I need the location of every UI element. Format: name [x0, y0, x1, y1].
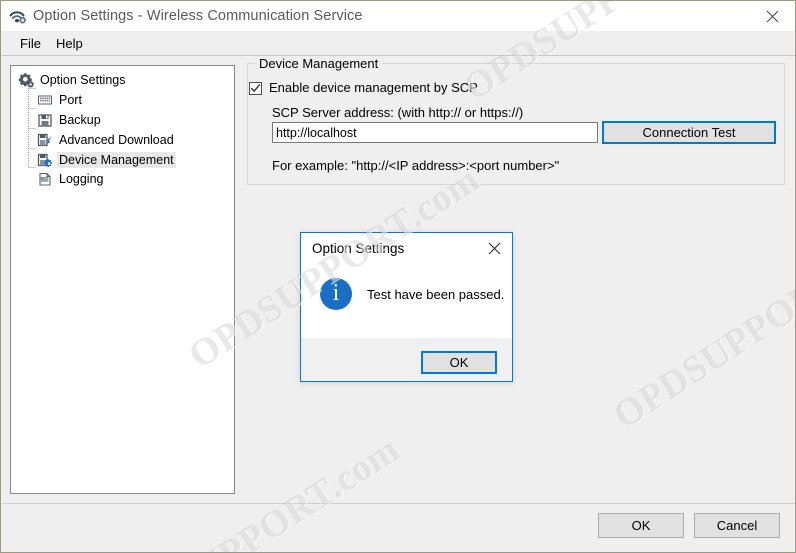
- tree-item-backup[interactable]: Backup: [37, 111, 103, 128]
- watermark-text: OPDSUPPORT.com: [606, 218, 796, 438]
- menubar: File Help: [2, 31, 795, 56]
- window-titlebar: Option Settings - Wireless Communication…: [1, 1, 795, 31]
- advanced-download-icon: [37, 132, 53, 148]
- groupbox-title: Device Management: [255, 56, 383, 71]
- device-management-icon: [37, 152, 53, 168]
- tree-item-label: Backup: [59, 112, 101, 127]
- enable-scp-label: Enable device management by SCP: [269, 80, 478, 95]
- tree-item-label: Port: [59, 92, 82, 107]
- logging-icon: LOG: [37, 171, 53, 187]
- svg-text:LOG: LOG: [40, 176, 49, 181]
- tree-item-label: Logging: [59, 171, 104, 186]
- dialog-ok-button[interactable]: OK: [421, 351, 497, 374]
- tree-item-port[interactable]: Port: [37, 91, 84, 108]
- tree-item-logging[interactable]: LOG Logging: [37, 170, 106, 187]
- menu-item-file[interactable]: File: [16, 35, 45, 52]
- enable-scp-checkbox-row[interactable]: Enable device management by SCP: [249, 80, 478, 96]
- ok-button[interactable]: OK: [598, 513, 684, 538]
- dialog-title: Option Settings: [312, 241, 405, 256]
- scp-example-text: For example: "http://<IP address>:<port …: [272, 158, 560, 173]
- info-icon-glyph: i: [332, 280, 340, 306]
- scp-address-input[interactable]: [272, 122, 598, 143]
- option-settings-window: Option Settings - Wireless Communication…: [0, 0, 796, 553]
- dialog-message: Test have been passed.: [367, 287, 505, 302]
- dialog-titlebar: Option Settings: [301, 233, 512, 263]
- connection-test-button[interactable]: Connection Test: [602, 121, 776, 144]
- window-title: Option Settings - Wireless Communication…: [33, 8, 363, 24]
- scp-address-label: SCP Server address: (with http:// or htt…: [272, 105, 524, 120]
- menu-item-help[interactable]: Help: [52, 35, 87, 52]
- close-icon[interactable]: [476, 233, 512, 263]
- footer-separator: [2, 503, 795, 504]
- tree-item-label: Option Settings: [40, 72, 126, 87]
- dialog-body: i Test have been passed.: [301, 263, 512, 338]
- tree-item-option-settings[interactable]: Option Settings: [18, 71, 127, 88]
- wireless-gear-icon: [9, 8, 27, 25]
- tree-item-advanced-download[interactable]: Advanced Download: [37, 131, 176, 148]
- tree-item-device-management[interactable]: Device Management: [37, 151, 176, 168]
- settings-tree-panel[interactable]: Option Settings Port Backup Advanced Dow…: [10, 65, 235, 494]
- info-icon: i: [320, 278, 352, 310]
- message-dialog: Option Settings i Test have been passed.…: [300, 232, 513, 382]
- gear-icon: [18, 72, 34, 88]
- port-icon: [37, 92, 53, 108]
- enable-scp-checkbox[interactable]: [249, 81, 262, 95]
- tree-item-label: Device Management: [57, 151, 176, 168]
- tree-item-label: Advanced Download: [59, 132, 174, 147]
- close-icon[interactable]: [749, 1, 795, 31]
- dialog-footer: OK: [301, 338, 512, 381]
- cancel-button[interactable]: Cancel: [694, 513, 780, 538]
- backup-icon: [37, 112, 53, 128]
